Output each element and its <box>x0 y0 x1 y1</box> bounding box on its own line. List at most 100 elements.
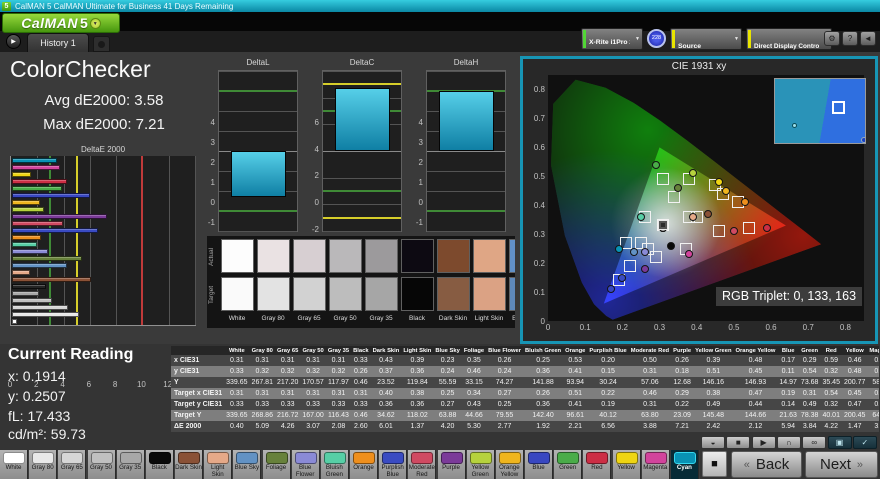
cie-target-square-red <box>742 222 755 235</box>
patch-tile-cyan[interactable]: Cyan <box>670 450 699 479</box>
patch-tile-gray-65[interactable]: Gray 65 <box>58 450 87 479</box>
help-icon[interactable]: ? <box>842 31 858 46</box>
mini-y-tick-label: 4 <box>314 144 319 154</box>
table-cell: 0.38 <box>693 388 734 399</box>
column-header-dark-skin: Dark Skin <box>370 346 402 355</box>
cie-measured-dot-purplish-blue <box>618 273 627 282</box>
session-play-icon[interactable]: ▶ <box>6 34 21 49</box>
meter-dropdown[interactable]: X-Rite i1Pro 2 LCD Direct View ▼ <box>581 28 643 64</box>
meter-button[interactable]: ◒ <box>701 436 725 449</box>
deltae-x-tick-label: 8 <box>112 380 118 389</box>
table-cell: 3.88 <box>628 421 672 432</box>
patch-tile-gray-80[interactable]: Gray 80 <box>29 450 58 479</box>
patch-color-chip <box>3 452 25 464</box>
settings-icon[interactable]: ⚙ <box>824 31 840 46</box>
mini-gridline <box>427 231 505 232</box>
deltae-bar-gray-35 <box>12 291 40 296</box>
table-cell: 0.47 <box>733 388 778 399</box>
patch-tile-orange[interactable]: Orange <box>350 450 379 479</box>
mini-gridline <box>323 71 401 72</box>
table-cell: 21.63 <box>777 410 799 421</box>
pause-button[interactable]: ∩ <box>776 436 801 449</box>
cie-y-tick-label: 0.5 <box>533 172 545 182</box>
cie-zoom-inset <box>774 78 866 144</box>
table-cell: 2.77 <box>486 421 523 432</box>
patch-tile-label: Blue Sky <box>234 464 260 471</box>
table-cell: 63.80 <box>628 410 672 421</box>
column-header-foliage: Foliage <box>461 346 487 355</box>
patch-tile-yellow[interactable]: Yellow <box>612 450 641 479</box>
table-cell: 40.12 <box>587 410 629 421</box>
patch-tile-blue-sky[interactable]: Blue Sky <box>233 450 262 479</box>
logo-menu-chevron-icon[interactable]: ▼ <box>89 17 101 29</box>
tab-history-1[interactable]: History 1 <box>27 33 89 52</box>
patch-tile-moderate-red[interactable]: Moderate Red <box>408 450 437 479</box>
new-tab-stub[interactable] <box>93 36 110 52</box>
cie-panel[interactable]: CIE 1931 xy RGB Triplet: 0, 133, 163 0 0… <box>520 56 878 344</box>
patch-strip: White Gray 80 Gray 65 Gray 50 Gray 35 Black Da… <box>0 450 700 479</box>
patch-tile-purple[interactable]: Purple <box>437 450 466 479</box>
cie-measured-dot-dark-skin <box>703 209 712 218</box>
patch-tile-red[interactable]: Red <box>583 450 612 479</box>
window-title: CalMAN 5 CalMAN Ultimate for Business 41… <box>15 1 234 11</box>
patch-tile-blue-flower[interactable]: Blue Flower <box>291 450 320 479</box>
mini-gridline <box>323 204 401 206</box>
deltae-bar-blue-sky <box>12 263 68 268</box>
table-cell: 0.31 <box>798 388 821 399</box>
table-cell: 0.25 <box>867 399 879 410</box>
patch-color-chip <box>528 452 551 464</box>
table-cell: 0.37 <box>370 366 402 377</box>
patch-tile-purplish-blue[interactable]: Purplish Blue <box>379 450 408 479</box>
table-cell: 33.15 <box>461 377 487 388</box>
confirm-button[interactable]: ✓ <box>852 436 877 449</box>
patch-tile-gray-50[interactable]: Gray 50 <box>87 450 116 479</box>
patch-tile-gray-35[interactable]: Gray 35 <box>116 450 145 479</box>
inset-measured-dot <box>792 123 797 128</box>
table-cell: 0.31 <box>325 388 352 399</box>
mini-gridline <box>323 151 401 152</box>
display-control-dropdown[interactable]: Direct Display Control ▼ <box>746 28 832 50</box>
swatch-label: Light Skin <box>474 315 504 322</box>
table-cell: 0.39 <box>693 355 734 366</box>
patch-tile-black[interactable]: Black <box>145 450 174 479</box>
patch-tile-white[interactable]: White <box>0 450 28 479</box>
table-cell: 0.46 <box>351 377 371 388</box>
back-button[interactable]: « Back <box>731 451 802 478</box>
table-cell: 119.84 <box>401 377 434 388</box>
patch-tile-light-skin[interactable]: Light Skin <box>204 450 233 479</box>
source-dropdown[interactable]: Source ▼ <box>670 28 742 50</box>
row-label: Target x CIE31 <box>171 388 225 399</box>
patch-tile-orange-yellow[interactable]: Orange Yellow <box>495 450 524 479</box>
swatch-label: Gray 35 <box>369 315 393 322</box>
table-cell: 0.54 <box>820 388 842 399</box>
table-cell: 3.07 <box>300 421 326 432</box>
display-button[interactable]: ▣ <box>827 436 852 449</box>
deltae-bar-foliage <box>12 256 82 261</box>
table-cell: 0.51 <box>563 388 588 399</box>
patch-tile-green[interactable]: Green <box>554 450 583 479</box>
mini-gridline <box>219 131 297 132</box>
collapse-icon[interactable]: ◄ <box>860 31 876 46</box>
deltae-bar-purplish-blue <box>12 228 99 233</box>
patch-tile-label: Green <box>559 464 577 471</box>
patch-tile-magenta[interactable]: Magenta <box>641 450 670 479</box>
table-cell: 5.94 <box>777 421 799 432</box>
play-button[interactable]: ▶ <box>751 436 776 449</box>
continuous-button[interactable]: ∞ <box>802 436 827 449</box>
calman-logo[interactable]: CalMAN 5 ▼ <box>2 13 120 33</box>
meter-badge[interactable]: 228 <box>647 29 666 48</box>
next-button[interactable]: Next » <box>805 451 878 478</box>
column-header-moderate-red: Moderate Red <box>628 346 672 355</box>
patch-tile-blue[interactable]: Blue <box>525 450 554 479</box>
patch-tile-bluish-green[interactable]: Bluish Green <box>320 450 349 479</box>
patch-tile-yellow-green[interactable]: Yellow Green <box>466 450 495 479</box>
patch-tile-foliage[interactable]: Foliage <box>262 450 291 479</box>
stop-button[interactable]: ■ <box>726 436 751 449</box>
stop-button[interactable]: ■ <box>702 451 727 477</box>
column-header-magenta: Magenta <box>867 346 879 355</box>
mini-gridline <box>219 71 297 72</box>
patch-tile-dark-skin[interactable]: Dark Skin <box>175 450 204 479</box>
patch-color-chip <box>586 452 609 464</box>
table-cell: 0.32 <box>820 366 842 377</box>
deltae-bar-orange <box>12 235 42 240</box>
